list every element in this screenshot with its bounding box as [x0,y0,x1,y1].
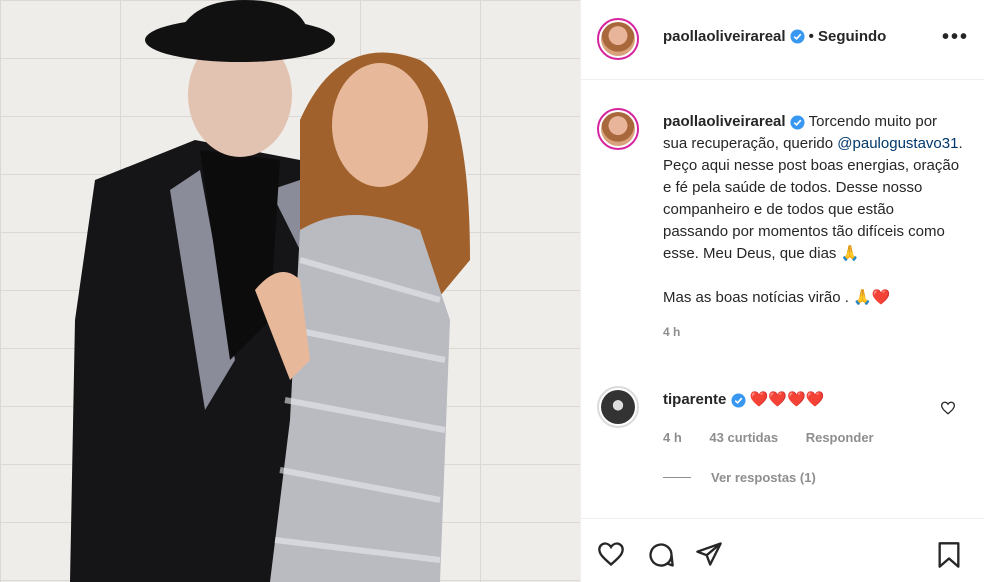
commenter-username[interactable]: tiparente [663,391,726,408]
heart-icon[interactable] [597,541,625,567]
post-caption: paollaoliveirareal Torcendo muito por su… [663,111,963,343]
verified-badge-icon [790,115,805,130]
verified-badge-icon [731,393,746,408]
post-photo[interactable] [0,0,580,582]
post-sidebar: paollaoliveirareal • Seguindo ••• paolla… [580,0,984,582]
send-icon[interactable] [695,541,723,567]
comment-likes-count[interactable]: 43 curtidas [709,430,778,445]
post-actions-bar [581,518,984,582]
bookmark-icon[interactable] [937,541,961,569]
author-avatar[interactable] [597,18,639,60]
comment-reply-button[interactable]: Responder [806,430,874,445]
view-replies-label: Ver respostas (1) [711,470,816,485]
post-header: paollaoliveirareal • Seguindo ••• [581,0,984,80]
caption-username[interactable]: paollaoliveirareal [663,113,786,130]
following-button[interactable]: • Seguindo [809,28,887,45]
replies-divider [663,477,691,478]
commenter-avatar[interactable] [597,386,639,428]
verified-badge-icon [790,29,805,44]
comment-meta: 4 h 43 curtidas Responder [663,430,898,445]
caption-mention-link[interactable]: @paulogustavo31 [837,135,958,152]
more-horizontal-icon[interactable]: ••• [942,26,969,49]
comment-like-heart-icon[interactable] [940,401,956,415]
photo-illustration [70,0,470,582]
comment-row: tiparente ❤️❤️❤️❤️ [663,390,824,408]
instagram-post: paollaoliveirareal • Seguindo ••• paolla… [0,0,984,582]
caption-avatar[interactable] [597,108,639,150]
author-username[interactable]: paollaoliveirareal [663,28,786,45]
caption-timestamp[interactable]: 4 h [663,321,963,343]
comment-text: ❤️❤️❤️❤️ [749,391,825,408]
caption-second-paragraph: Mas as boas notícias virão . 🙏❤️ [663,289,891,306]
caption-text-continued: . Peço aqui nesse post boas energias, or… [663,135,963,262]
comment-icon[interactable] [647,541,675,569]
view-replies-button[interactable]: Ver respostas (1) [663,470,816,485]
comment-timestamp[interactable]: 4 h [663,430,682,445]
